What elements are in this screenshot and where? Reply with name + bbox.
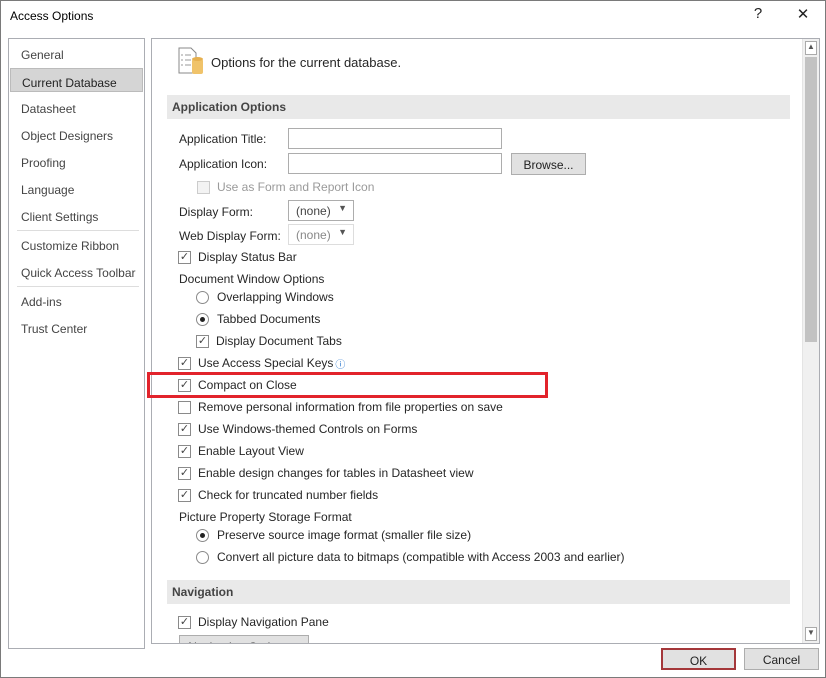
checkbox-label: Enable design changes for tables in Data… bbox=[198, 466, 474, 480]
tabbed-documents-radio[interactable]: Tabbed Documents bbox=[196, 310, 320, 328]
checkbox-label: Use Windows-themed Controls on Forms bbox=[198, 422, 418, 436]
sidebar-item-language[interactable]: Language bbox=[10, 176, 143, 200]
scroll-down-icon[interactable]: ▼ bbox=[805, 627, 817, 641]
check-icon[interactable]: ✓ bbox=[178, 444, 191, 458]
checkbox-label: Use as Form and Report Icon bbox=[217, 180, 375, 194]
navigation-options-button[interactable]: Navigation Options... bbox=[179, 635, 309, 643]
chevron-down-icon: ▼ bbox=[338, 227, 347, 237]
dropdown-value: (none) bbox=[296, 204, 331, 218]
preserve-source-radio[interactable]: Preserve source image format (smaller fi… bbox=[196, 526, 471, 544]
picture-storage-label: Picture Property Storage Format bbox=[179, 510, 352, 524]
radio-label: Convert all picture data to bitmaps (com… bbox=[217, 550, 625, 564]
sidebar-item-proofing[interactable]: Proofing bbox=[10, 149, 143, 173]
info-icon[interactable]: ⓘ bbox=[335, 356, 345, 371]
dropdown-value: (none) bbox=[296, 228, 331, 242]
checkbox-label: Display Status Bar bbox=[198, 250, 297, 264]
sidebar-item-datasheet[interactable]: Datasheet bbox=[10, 95, 143, 119]
check-icon[interactable]: ✓ bbox=[178, 250, 191, 264]
radio[interactable] bbox=[196, 290, 209, 304]
application-icon-input[interactable] bbox=[288, 153, 502, 174]
checkbox-label: Use Access Special Keys bbox=[198, 356, 334, 370]
checkbox-label: Display Navigation Pane bbox=[198, 615, 329, 629]
application-icon-label: Application Icon: bbox=[179, 157, 268, 171]
cancel-button[interactable]: Cancel bbox=[744, 648, 819, 670]
web-display-form-label: Web Display Form: bbox=[179, 229, 281, 243]
check-icon[interactable]: ✓ bbox=[178, 422, 191, 436]
options-panel: Options for the current database. Applic… bbox=[151, 38, 820, 644]
section-application-options: Application Options bbox=[167, 95, 790, 119]
chevron-down-icon: ▼ bbox=[338, 203, 347, 213]
remove-personal-info-checkbox[interactable]: Remove personal information from file pr… bbox=[178, 398, 503, 416]
radio-label: Preserve source image format (smaller fi… bbox=[217, 528, 472, 542]
overlapping-windows-radio[interactable]: Overlapping Windows bbox=[196, 288, 334, 306]
document-window-options-label: Document Window Options bbox=[179, 272, 325, 286]
page-heading: Options for the current database. bbox=[211, 55, 402, 70]
checkbox-label: Display Document Tabs bbox=[216, 334, 342, 348]
convert-bitmaps-radio[interactable]: Convert all picture data to bitmaps (com… bbox=[196, 548, 625, 566]
database-options-icon bbox=[178, 47, 203, 74]
enable-layout-view-checkbox[interactable]: ✓ Enable Layout View bbox=[178, 442, 304, 460]
check-icon[interactable]: ✓ bbox=[178, 466, 191, 480]
highlight-box bbox=[147, 372, 548, 398]
radio[interactable] bbox=[196, 528, 209, 542]
sidebar-item-customize-ribbon[interactable]: Customize Ribbon bbox=[10, 232, 143, 256]
check-icon[interactable]: ✓ bbox=[196, 334, 209, 348]
sidebar-item-add-ins[interactable]: Add-ins bbox=[10, 288, 143, 312]
scrollbar[interactable]: ▲ ▼ bbox=[802, 39, 819, 643]
ok-button[interactable]: OK bbox=[661, 648, 736, 670]
sidebar-item-object-designers[interactable]: Object Designers bbox=[10, 122, 143, 146]
divider bbox=[17, 230, 139, 231]
sidebar-item-general[interactable]: General bbox=[10, 41, 143, 65]
radio[interactable] bbox=[196, 550, 209, 564]
sidebar-item-current-database[interactable]: Current Database bbox=[10, 68, 143, 92]
section-navigation: Navigation bbox=[167, 580, 790, 604]
sidebar-item-trust-center[interactable]: Trust Center bbox=[10, 315, 143, 339]
checkbox[interactable] bbox=[197, 180, 210, 194]
use-as-icon-checkbox[interactable]: Use as Form and Report Icon bbox=[197, 178, 374, 196]
display-navigation-pane-checkbox[interactable]: ✓ Display Navigation Pane bbox=[178, 613, 329, 631]
radio-label: Tabbed Documents bbox=[217, 312, 321, 326]
web-display-form-dropdown[interactable]: (none) ▼ bbox=[288, 224, 354, 245]
window-title: Access Options bbox=[10, 9, 94, 23]
display-form-dropdown[interactable]: (none) ▼ bbox=[288, 200, 354, 221]
checkbox[interactable] bbox=[178, 400, 191, 414]
access-options-dialog: Access Options ? ✕ General Current Datab… bbox=[0, 0, 826, 678]
windows-themed-controls-checkbox[interactable]: ✓ Use Windows-themed Controls on Forms bbox=[178, 420, 417, 438]
checkbox-label: Check for truncated number fields bbox=[198, 488, 379, 502]
radio-label: Overlapping Windows bbox=[217, 290, 334, 304]
check-icon[interactable]: ✓ bbox=[178, 488, 191, 502]
checkbox-label: Remove personal information from file pr… bbox=[198, 400, 503, 414]
sidebar-item-quick-access-toolbar[interactable]: Quick Access Toolbar bbox=[10, 259, 143, 283]
close-button[interactable]: ✕ bbox=[788, 5, 818, 23]
scroll-up-icon[interactable]: ▲ bbox=[805, 41, 817, 55]
browse-button[interactable]: Browse... bbox=[511, 153, 586, 175]
use-access-special-keys-checkbox[interactable]: ✓ Use Access Special Keys ⓘ bbox=[178, 354, 345, 372]
divider bbox=[17, 286, 139, 287]
display-form-label: Display Form: bbox=[179, 205, 254, 219]
checkbox-label: Enable Layout View bbox=[198, 444, 304, 458]
help-button[interactable]: ? bbox=[743, 5, 773, 22]
scrollbar-thumb[interactable] bbox=[805, 57, 817, 342]
sidebar: General Current Database Datasheet Objec… bbox=[8, 38, 145, 649]
application-title-input[interactable] bbox=[288, 128, 502, 149]
enable-design-changes-checkbox[interactable]: ✓ Enable design changes for tables in Dat… bbox=[178, 464, 474, 482]
display-document-tabs-checkbox[interactable]: ✓ Display Document Tabs bbox=[196, 332, 342, 350]
radio[interactable] bbox=[196, 312, 209, 326]
check-truncated-checkbox[interactable]: ✓ Check for truncated number fields bbox=[178, 486, 378, 504]
application-title-label: Application Title: bbox=[179, 132, 267, 146]
sidebar-item-client-settings[interactable]: Client Settings bbox=[10, 203, 143, 227]
check-icon[interactable]: ✓ bbox=[178, 356, 191, 370]
check-icon[interactable]: ✓ bbox=[178, 615, 191, 629]
display-status-bar-checkbox[interactable]: ✓ Display Status Bar bbox=[178, 248, 297, 266]
